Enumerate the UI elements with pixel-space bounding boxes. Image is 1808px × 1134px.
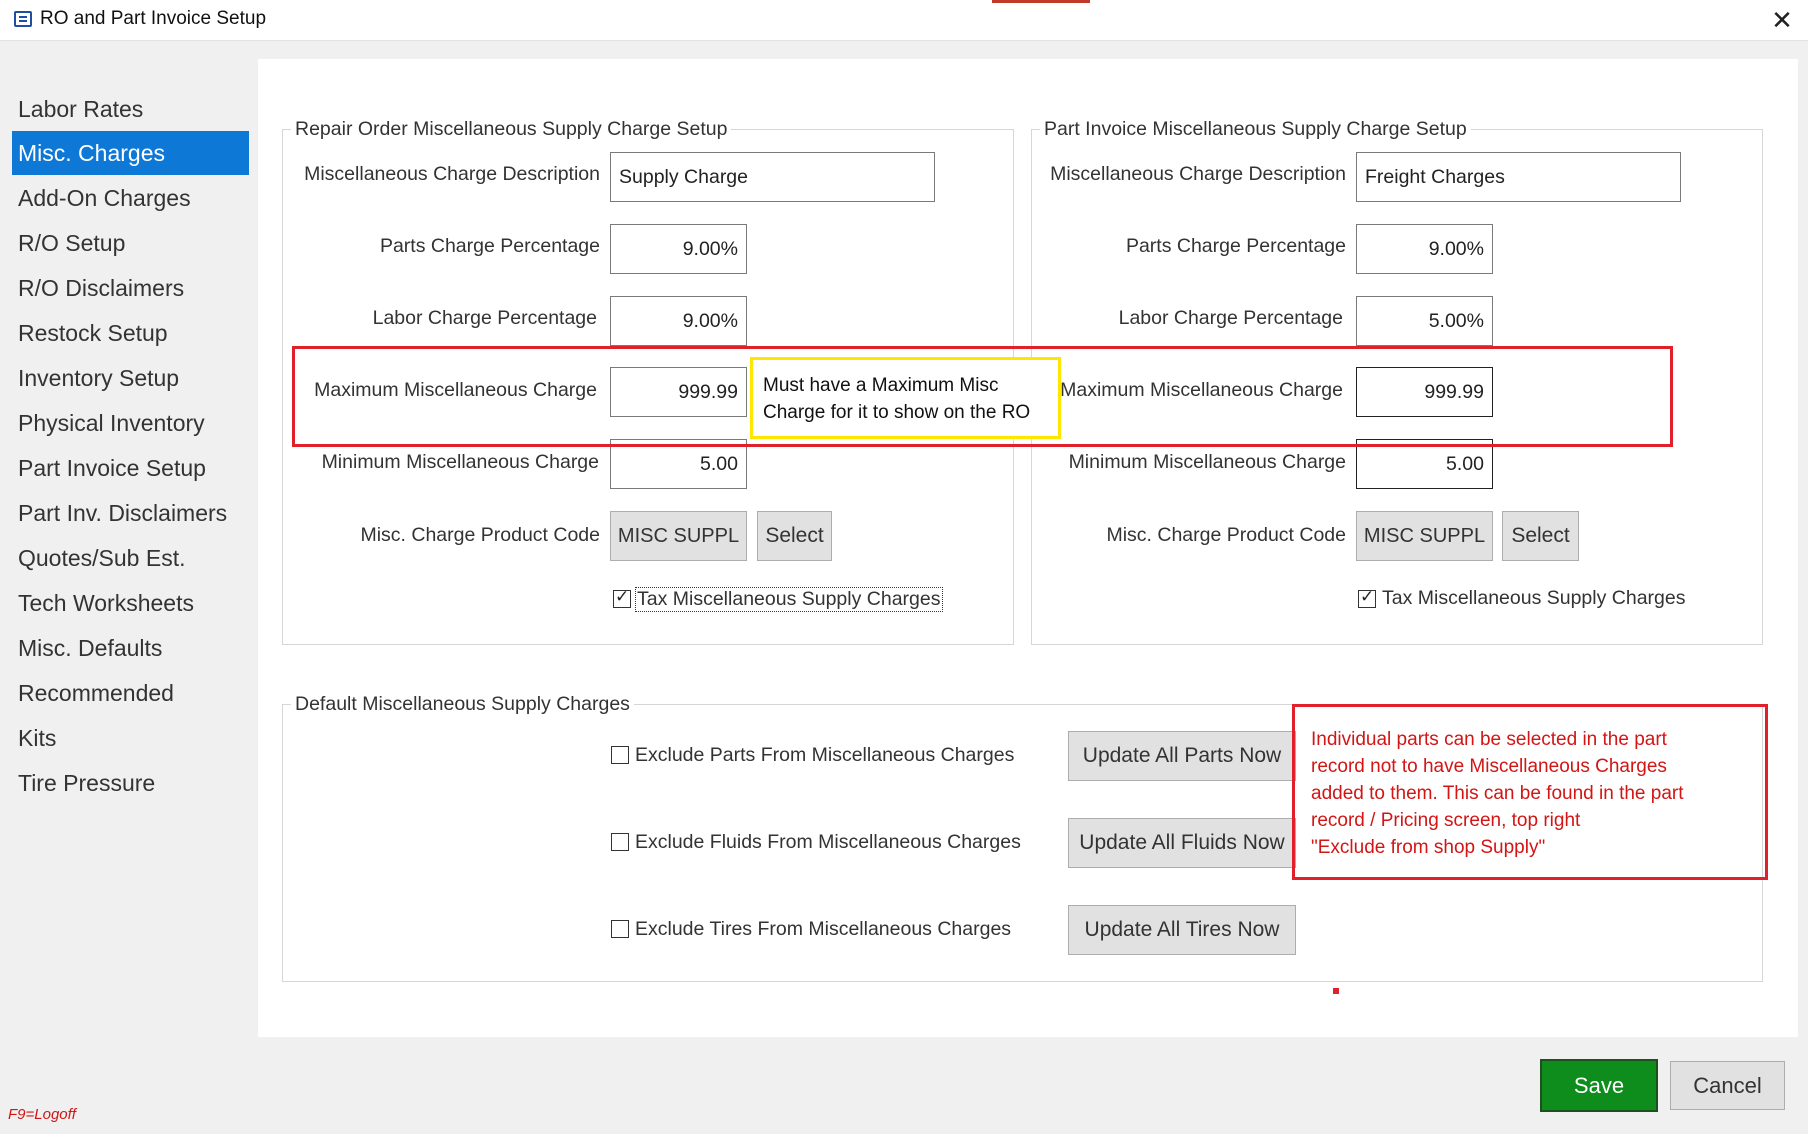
logoff-hint: F9=Logoff [8,1106,76,1123]
exclude-note-line-3: added to them. This can be found in the … [1311,783,1684,804]
ro-setup-title: Repair Order Miscellaneous Supply Charge… [291,118,732,141]
sidebar-item-part-inv-disclaimers[interactable]: Part Inv. Disclaimers [12,491,249,535]
exclude-note-line-1: Individual parts can be selected in the … [1311,729,1667,750]
exclude-note-line-5: "Exclude from shop Supply" [1311,837,1546,858]
ro-parts-pct-label: Parts Charge Percentage [379,235,600,257]
sidebar-item-labor-rates[interactable]: Labor Rates [12,87,249,131]
annotation-dot [1333,988,1339,994]
close-icon[interactable]: ✕ [1762,2,1802,38]
pi-parts-pct-field[interactable]: 9.00% [1356,224,1493,274]
sidebar-item-inventory-setup[interactable]: Inventory Setup [12,356,249,400]
exclude-parts-checkbox[interactable] [611,746,629,764]
pi-tax-label[interactable]: Tax Miscellaneous Supply Charges [1382,587,1686,610]
ro-min-label: Minimum Miscellaneous Charge [321,451,599,473]
update-parts-button[interactable]: Update All Parts Now [1068,731,1296,781]
pi-labor-pct-label: Labor Charge Percentage [1118,307,1343,329]
sidebar-item-ro-setup[interactable]: R/O Setup [12,221,249,265]
exclude-note-line-2: record not to have Miscellaneous Charges [1311,756,1667,777]
exclude-tires-label[interactable]: Exclude Tires From Miscellaneous Charges [635,918,1011,941]
update-fluids-button[interactable]: Update All Fluids Now [1068,818,1296,868]
max-charge-note: Must have a Maximum Misc Charge for it t… [750,357,1061,439]
sidebar-item-ro-disclaimers[interactable]: R/O Disclaimers [12,266,249,310]
sidebar-item-quotes-sub-est[interactable]: Quotes/Sub Est. [12,536,249,580]
title-bar [0,0,1808,41]
pi-product-code-field[interactable]: MISC SUPPL [1356,511,1493,561]
app-icon [14,11,32,27]
pi-min-label: Minimum Miscellaneous Charge [1068,451,1346,473]
ro-tax-checkbox[interactable] [613,587,631,608]
title-bar-accent [992,0,1090,3]
ro-select-button[interactable]: Select [757,511,832,561]
pi-parts-pct-label: Parts Charge Percentage [1125,235,1346,257]
max-charge-note-line-1: Must have a Maximum Misc [763,375,999,396]
ro-labor-pct-label: Labor Charge Percentage [372,307,597,329]
exclude-note: Individual parts can be selected in the … [1292,704,1805,902]
ro-tax-label[interactable]: Tax Miscellaneous Supply Charges [635,587,943,612]
sidebar-item-misc-defaults[interactable]: Misc. Defaults [12,626,249,670]
sidebar-item-recommended[interactable]: Recommended [12,671,249,715]
ro-parts-pct-field[interactable]: 9.00% [610,224,747,274]
window-title: RO and Part Invoice Setup [40,8,267,29]
sidebar-item-add-on-charges[interactable]: Add-On Charges [12,176,249,220]
pi-tax-checkbox[interactable] [1358,587,1376,608]
save-button[interactable]: Save [1540,1059,1658,1112]
exclude-parts-label[interactable]: Exclude Parts From Miscellaneous Charges [635,744,1014,767]
ro-desc-label: Miscellaneous Charge Description [304,163,600,185]
max-charge-note-line-2: Charge for it to show on the RO [763,402,1031,423]
pi-desc-field[interactable]: Freight Charges [1356,152,1681,202]
exclude-fluids-label[interactable]: Exclude Fluids From Miscellaneous Charge… [635,831,1021,854]
sidebar-item-physical-inventory[interactable]: Physical Inventory [12,401,249,445]
exclude-note-line-4: record / Pricing screen, top right [1311,810,1581,831]
sidebar-item-part-invoice-setup[interactable]: Part Invoice Setup [12,446,249,490]
ro-desc-field[interactable]: Supply Charge [610,152,935,202]
exclude-tires-checkbox[interactable] [611,920,629,938]
sidebar-item-kits[interactable]: Kits [12,716,249,760]
sidebar-item-misc-charges[interactable]: Misc. Charges [12,131,249,175]
ro-product-code-field[interactable]: MISC SUPPL [610,511,747,561]
defaults-title: Default Miscellaneous Supply Charges [291,693,634,716]
pi-setup-title: Part Invoice Miscellaneous Supply Charge… [1040,118,1471,141]
ro-labor-pct-field[interactable]: 9.00% [610,296,747,346]
update-tires-button[interactable]: Update All Tires Now [1068,905,1296,955]
pi-desc-label: Miscellaneous Charge Description [1050,163,1346,185]
sidebar-item-tech-worksheets[interactable]: Tech Worksheets [12,581,249,625]
exclude-fluids-checkbox[interactable] [611,833,629,851]
cancel-button[interactable]: Cancel [1670,1061,1785,1110]
sidebar-item-tire-pressure[interactable]: Tire Pressure [12,761,249,805]
pi-select-button[interactable]: Select [1502,511,1579,561]
sidebar-item-restock-setup[interactable]: Restock Setup [12,311,249,355]
pi-labor-pct-field[interactable]: 5.00% [1356,296,1493,346]
ro-product-code-label: Misc. Charge Product Code [360,524,600,546]
pi-product-code-label: Misc. Charge Product Code [1106,524,1346,546]
